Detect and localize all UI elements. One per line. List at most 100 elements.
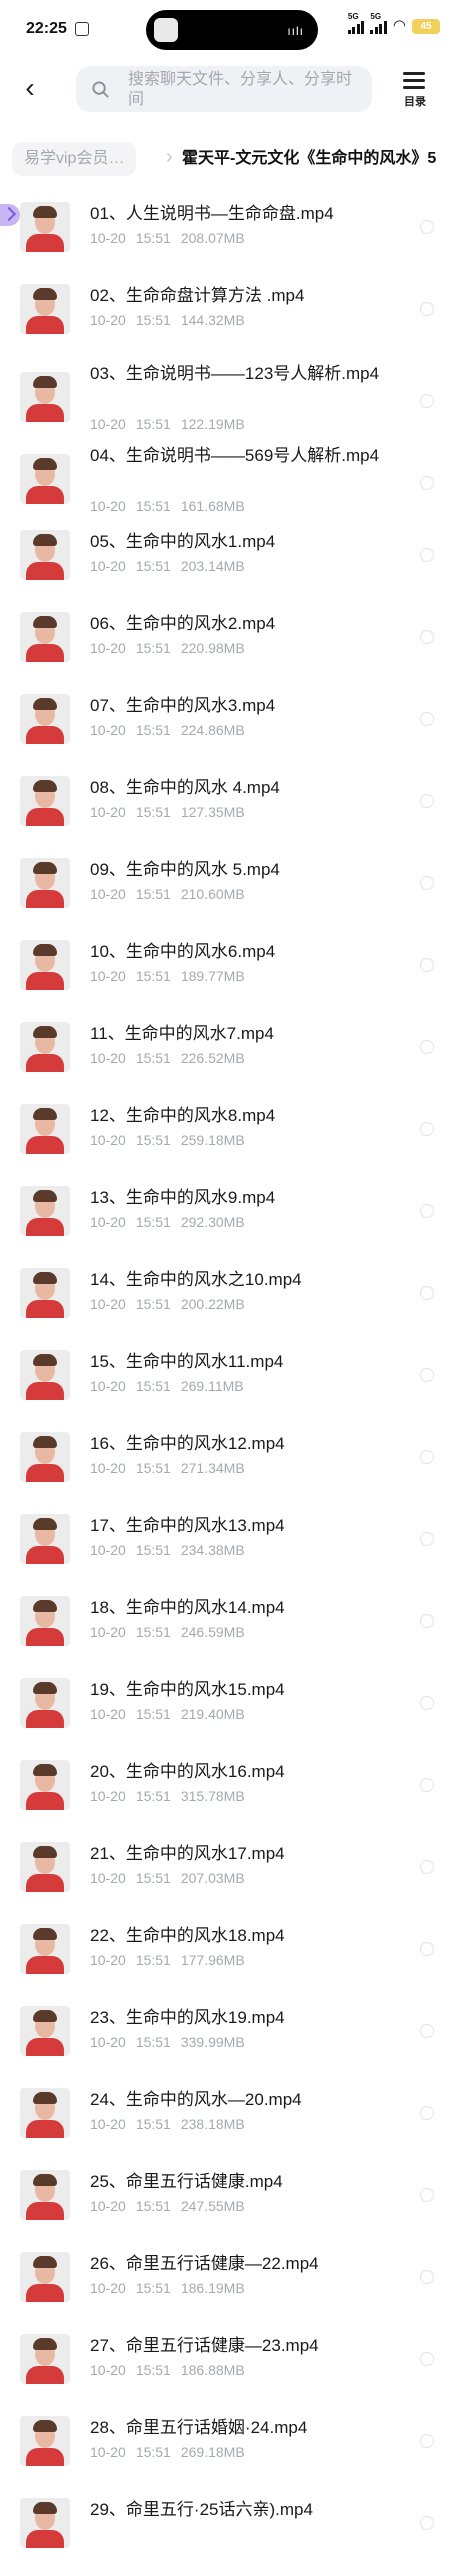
file-row[interactable]: 02、生命命盘计算方法 .mp4 10-20 15:51 144.32MB xyxy=(0,272,464,354)
select-radio[interactable] xyxy=(420,712,434,726)
file-time: 15:51 xyxy=(135,558,171,574)
select-radio[interactable] xyxy=(420,958,434,972)
dynamic-island[interactable]: ıılı xyxy=(146,10,318,50)
select-radio[interactable] xyxy=(420,1778,434,1792)
file-date: 10-20 xyxy=(90,1214,126,1230)
file-row[interactable]: 11、生命中的风水7.mp4 10-20 15:51 226.52MB xyxy=(0,1010,464,1092)
select-radio[interactable] xyxy=(420,1122,434,1136)
file-row[interactable]: 05、生命中的风水1.mp4 10-20 15:51 203.14MB xyxy=(0,518,464,600)
file-row[interactable]: 04、生命说明书——569号人解析.mp4 10-20 15:51 161.68MB xyxy=(0,436,464,518)
file-row[interactable]: 08、生命中的风水 4.mp4 10-20 15:51 127.35MB xyxy=(0,764,464,846)
file-row[interactable]: 24、生命中的风水—20.mp4 10-20 15:51 238.18MB xyxy=(0,2076,464,2158)
select-radio[interactable] xyxy=(420,1204,434,1218)
file-size: 238.18MB xyxy=(180,2116,245,2132)
file-date: 10-20 xyxy=(90,416,126,432)
toc-button[interactable]: 目录 xyxy=(394,68,436,112)
file-date: 10-20 xyxy=(90,1788,126,1804)
file-name: 16、生命中的风水12.mp4 xyxy=(90,1434,285,1453)
select-radio[interactable] xyxy=(420,2434,434,2448)
file-size: 259.18MB xyxy=(180,1132,245,1148)
select-radio[interactable] xyxy=(420,548,434,562)
select-radio[interactable] xyxy=(420,1860,434,1874)
file-time: 15:51 xyxy=(135,1952,171,1968)
select-radio[interactable] xyxy=(420,1040,434,1054)
select-radio[interactable] xyxy=(420,1696,434,1710)
file-row[interactable]: 07、生命中的风水3.mp4 10-20 15:51 224.86MB xyxy=(0,682,464,764)
file-meta: 10-20 15:51 247.55MB xyxy=(90,2198,255,2214)
file-name: 23、生命中的风水19.mp4 xyxy=(90,2008,285,2027)
file-row[interactable]: 22、生命中的风水18.mp4 10-20 15:51 177.96MB xyxy=(0,1912,464,1994)
select-radio[interactable] xyxy=(420,794,434,808)
search-input[interactable]: 搜索聊天文件、分享人、分享时间 xyxy=(76,66,372,112)
file-row[interactable]: 12、生命中的风水8.mp4 10-20 15:51 259.18MB xyxy=(0,1092,464,1174)
select-radio[interactable] xyxy=(420,630,434,644)
audio-wave-icon: ıılı xyxy=(287,24,304,38)
file-row[interactable]: 13、生命中的风水9.mp4 10-20 15:51 292.30MB xyxy=(0,1174,464,1256)
select-radio[interactable] xyxy=(420,2352,434,2366)
file-row[interactable]: 25、命里五行话健康.mp4 10-20 15:51 247.55MB xyxy=(0,2158,464,2240)
video-thumbnail xyxy=(20,454,70,504)
video-thumbnail xyxy=(20,1350,70,1400)
file-date: 10-20 xyxy=(90,1542,126,1558)
back-arrow-icon: ‹ xyxy=(25,72,35,103)
file-row[interactable]: 29、命里五行·25话六亲).mp4 xyxy=(0,2486,464,2560)
file-row[interactable]: 01、人生说明书—生命命盘.mp4 10-20 15:51 208.07MB xyxy=(0,190,464,272)
breadcrumb-parent[interactable]: 易学vip会员… xyxy=(12,142,137,176)
select-radio[interactable] xyxy=(420,2188,434,2202)
file-row[interactable]: 28、命里五行话婚姻·24.mp4 10-20 15:51 269.18MB xyxy=(0,2404,464,2486)
select-radio[interactable] xyxy=(420,2270,434,2284)
search-icon xyxy=(92,81,109,98)
file-date: 10-20 xyxy=(90,1378,126,1394)
video-thumbnail xyxy=(20,202,70,252)
file-time: 15:51 xyxy=(135,722,171,738)
select-radio[interactable] xyxy=(420,1532,434,1546)
select-radio[interactable] xyxy=(420,394,434,408)
file-row[interactable]: 16、生命中的风水12.mp4 10-20 15:51 271.34MB xyxy=(0,1420,464,1502)
back-button[interactable]: ‹ xyxy=(16,70,44,106)
file-meta: 10-20 15:51 177.96MB xyxy=(90,1952,255,1968)
file-date: 10-20 xyxy=(90,2198,126,2214)
select-radio[interactable] xyxy=(420,2516,434,2530)
select-radio[interactable] xyxy=(420,876,434,890)
file-row[interactable]: 21、生命中的风水17.mp4 10-20 15:51 207.03MB xyxy=(0,1830,464,1912)
file-name: 22、生命中的风水18.mp4 xyxy=(90,1926,285,1945)
file-name: 20、生命中的风水16.mp4 xyxy=(90,1762,285,1781)
select-radio[interactable] xyxy=(420,1942,434,1956)
video-thumbnail xyxy=(20,372,70,422)
file-row[interactable]: 27、命里五行话健康—23.mp4 10-20 15:51 186.88MB xyxy=(0,2322,464,2404)
file-size: 219.40MB xyxy=(180,1706,245,1722)
file-meta: 10-20 15:51 246.59MB xyxy=(90,1624,255,1640)
select-radio[interactable] xyxy=(420,1614,434,1628)
file-meta: 10-20 15:51 189.77MB xyxy=(90,968,255,984)
file-row[interactable]: 03、生命说明书——123号人解析.mp4 10-20 15:51 122.19MB xyxy=(0,354,464,436)
video-thumbnail xyxy=(20,2088,70,2138)
file-row[interactable]: 18、生命中的风水14.mp4 10-20 15:51 246.59MB xyxy=(0,1584,464,1666)
file-name: 02、生命命盘计算方法 .mp4 xyxy=(90,286,305,305)
file-row[interactable]: 15、生命中的风水11.mp4 10-20 15:51 269.11MB xyxy=(0,1338,464,1420)
file-name: 24、生命中的风水—20.mp4 xyxy=(90,2090,302,2109)
file-row[interactable]: 06、生命中的风水2.mp4 10-20 15:51 220.98MB xyxy=(0,600,464,682)
file-row[interactable]: 23、生命中的风水19.mp4 10-20 15:51 339.99MB xyxy=(0,1994,464,2076)
file-name: 19、生命中的风水15.mp4 xyxy=(90,1680,285,1699)
file-meta: 10-20 15:51 339.99MB xyxy=(90,2034,255,2050)
file-row[interactable]: 20、生命中的风水16.mp4 10-20 15:51 315.78MB xyxy=(0,1748,464,1830)
file-name: 04、生命说明书——569号人解析.mp4 xyxy=(90,446,380,465)
file-meta: 10-20 15:51 269.18MB xyxy=(90,2444,255,2460)
file-row[interactable]: 09、生命中的风水 5.mp4 10-20 15:51 210.60MB xyxy=(0,846,464,928)
select-radio[interactable] xyxy=(420,220,434,234)
select-radio[interactable] xyxy=(420,302,434,316)
select-radio[interactable] xyxy=(420,476,434,490)
video-thumbnail xyxy=(20,694,70,744)
file-row[interactable]: 19、生命中的风水15.mp4 10-20 15:51 219.40MB xyxy=(0,1666,464,1748)
select-radio[interactable] xyxy=(420,1450,434,1464)
file-row[interactable]: 26、命里五行话健康—22.mp4 10-20 15:51 186.19MB xyxy=(0,2240,464,2322)
file-meta: 10-20 15:51 238.18MB xyxy=(90,2116,255,2132)
select-radio[interactable] xyxy=(420,2024,434,2038)
file-size: 208.07MB xyxy=(180,230,245,246)
file-row[interactable]: 17、生命中的风水13.mp4 10-20 15:51 234.38MB xyxy=(0,1502,464,1584)
select-radio[interactable] xyxy=(420,1368,434,1382)
select-radio[interactable] xyxy=(420,2106,434,2120)
file-row[interactable]: 10、生命中的风水6.mp4 10-20 15:51 189.77MB xyxy=(0,928,464,1010)
file-row[interactable]: 14、生命中的风水之10.mp4 10-20 15:51 200.22MB xyxy=(0,1256,464,1338)
select-radio[interactable] xyxy=(420,1286,434,1300)
